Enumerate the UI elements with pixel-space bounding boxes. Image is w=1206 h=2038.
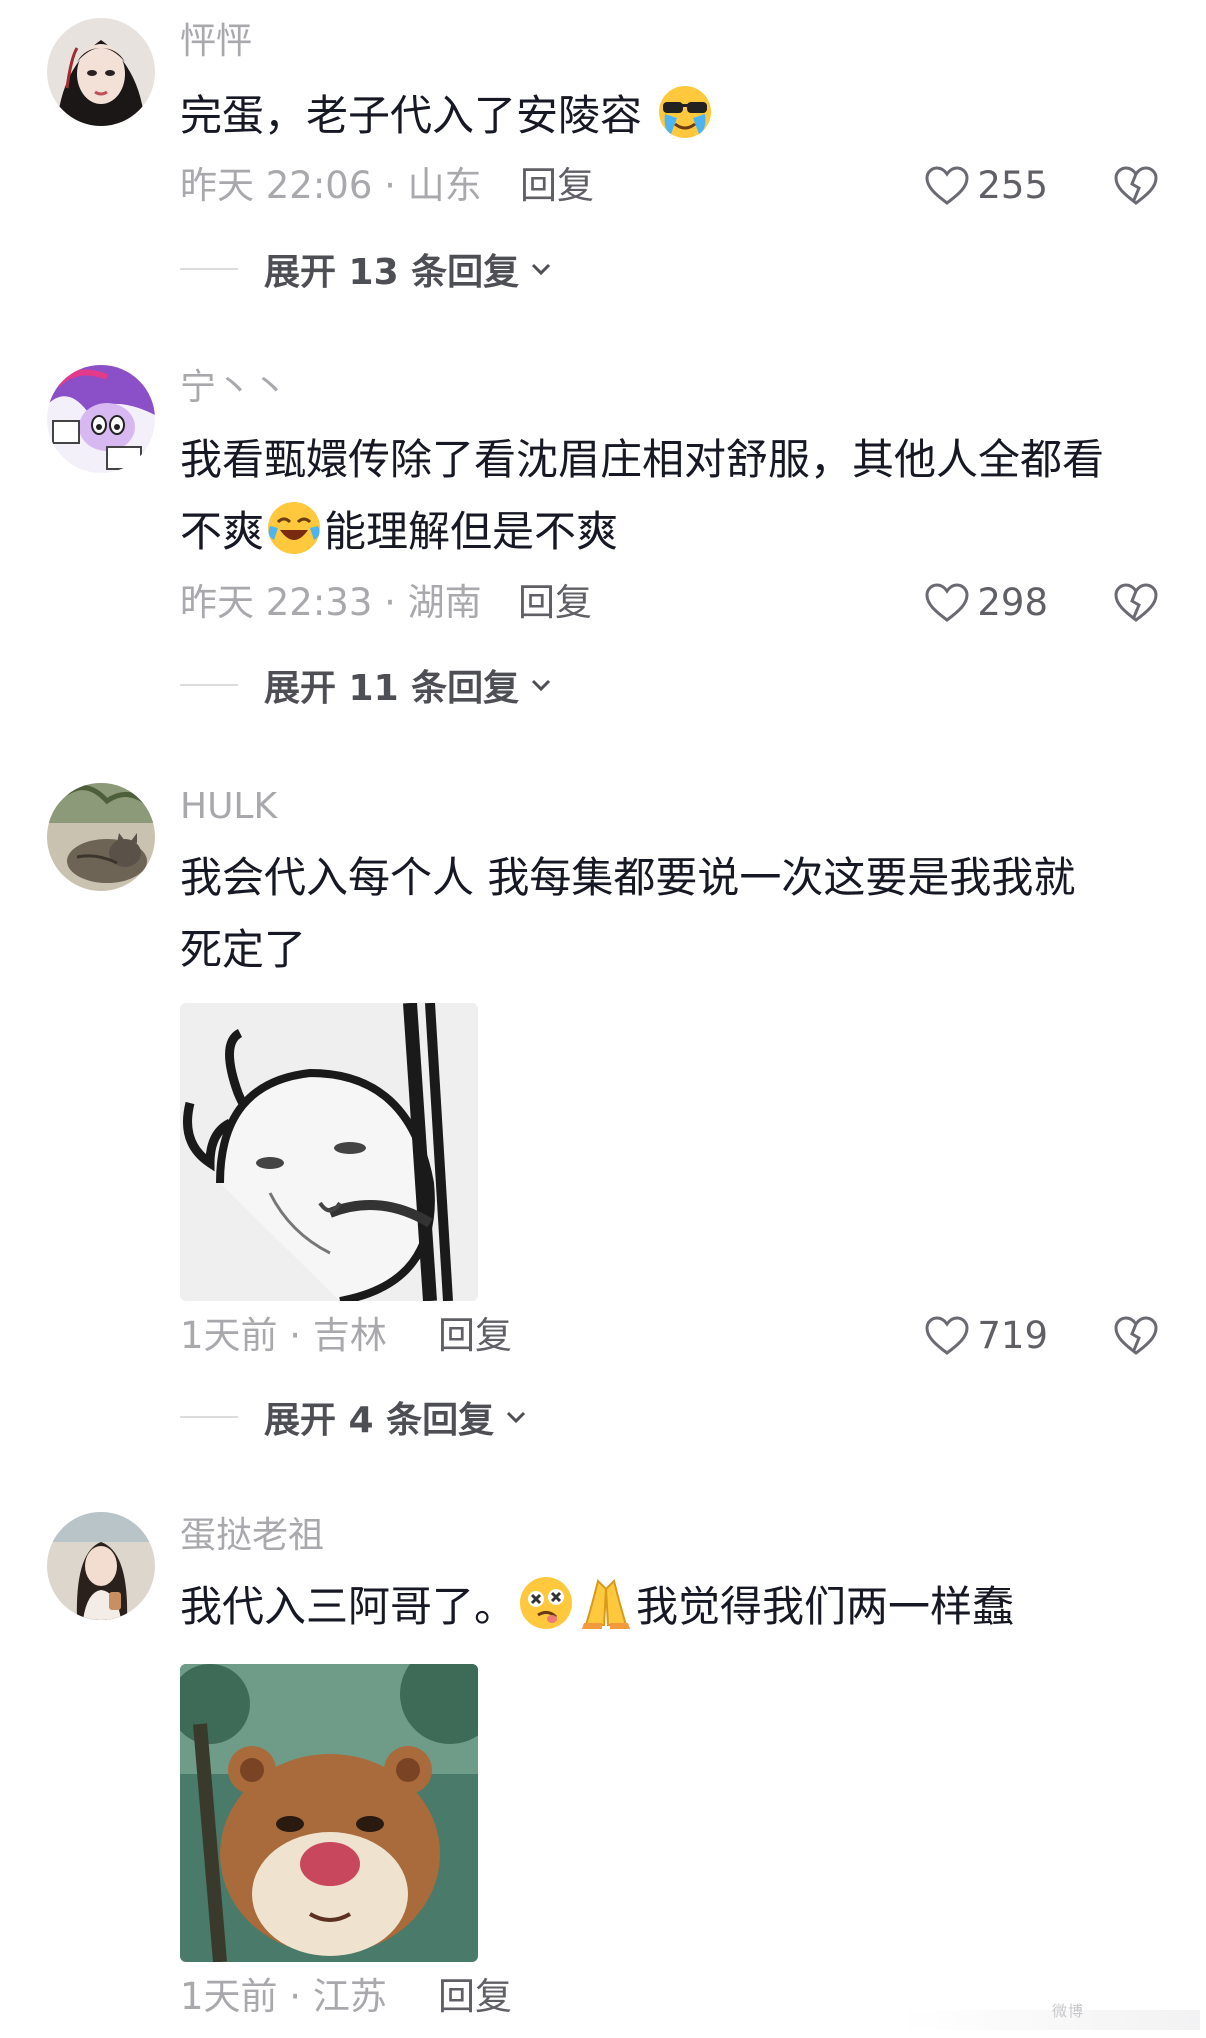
like-button[interactable]: 719 (923, 1311, 1048, 1361)
avatar[interactable] (47, 783, 155, 891)
username[interactable]: 怦怦 (180, 20, 252, 64)
comment-text-content: 能理解但是不爽 (324, 507, 619, 556)
like-count: 298 (977, 581, 1048, 624)
time-location: 1天前 · 江苏 (180, 1975, 387, 2018)
comment-image-sticker[interactable] (180, 1003, 478, 1301)
time-location: 昨天 22:33 · 湖南 (180, 581, 482, 624)
divider-line (180, 1416, 238, 1418)
heart-outline-icon (925, 1316, 969, 1355)
comment-meta: 昨天 22:33 · 湖南 回复 298 (180, 578, 1160, 628)
heart-outline-icon (925, 166, 969, 205)
broken-heart-icon[interactable] (1112, 579, 1160, 627)
comment-text: 我会代入每个人 我每集都要说一次这要是我我就 死定了 (180, 842, 1160, 986)
expand-replies-label: 展开 13 条回复 (264, 252, 520, 293)
reply-button[interactable]: 回复 (520, 161, 594, 211)
cool-crying-emoji-icon (659, 86, 712, 138)
comment-image-sticker[interactable] (180, 1664, 478, 1962)
broken-heart-icon[interactable] (1112, 162, 1160, 210)
chevron-down-icon (532, 263, 551, 276)
comment-meta: 昨天 22:06 · 山东 回复 255 (180, 161, 1160, 211)
folded-hands-emoji-icon (582, 1579, 631, 1629)
comment-text-content: 我代入三阿哥了。 (180, 1582, 517, 1631)
expand-replies-button[interactable]: 展开 13 条回复 (180, 244, 555, 294)
expand-replies-button[interactable]: 展开 11 条回复 (180, 660, 555, 710)
time-location: 昨天 22:06 · 山东 (180, 164, 482, 207)
comment-text-line: 我看甄嬛传除了看沈眉庄相对舒服，其他人全都看 (180, 435, 1105, 484)
comment-text-content: 不爽 (180, 507, 265, 556)
chevron-down-icon (532, 679, 551, 692)
like-count: 255 (977, 164, 1048, 207)
avatar[interactable] (47, 365, 155, 473)
expand-replies-label: 展开 11 条回复 (264, 668, 520, 709)
comment-text-content: 完蛋，老子代入了安陵容 (180, 91, 643, 140)
username[interactable]: 宁丶丶 (180, 366, 288, 410)
username[interactable]: 蛋挞老祖 (180, 1514, 324, 1558)
comment-text: 我代入三阿哥了。 我觉得我们两一样蠢 (180, 1571, 1160, 1643)
comment-text-line: 我会代入每个人 我每集都要说一次这要是我我就 (180, 853, 1076, 902)
heart-outline-icon (925, 583, 969, 622)
broken-heart-icon[interactable] (1112, 1312, 1160, 1360)
like-count: 719 (977, 1314, 1048, 1357)
avatar[interactable] (47, 18, 155, 126)
avatar[interactable] (47, 1512, 155, 1620)
reply-button[interactable]: 回复 (518, 578, 592, 628)
comment-text-content: 我觉得我们两一样蠢 (636, 1582, 1015, 1631)
chevron-down-icon (507, 1411, 526, 1424)
laughing-crying-emoji-icon (268, 502, 321, 554)
bottom-fade (900, 2010, 1200, 2030)
watermark: 微博 (1052, 2002, 1085, 2020)
expand-replies-button[interactable]: 展开 4 条回复 (180, 1392, 530, 1442)
divider-line (180, 684, 238, 686)
comment-text-line: 不爽 能理解但是不爽 (180, 496, 1160, 568)
comment-text-line: 死定了 (180, 925, 307, 974)
expand-replies-label: 展开 4 条回复 (264, 1400, 495, 1441)
dizzy-face-emoji-icon (520, 1577, 573, 1629)
divider-line (180, 268, 238, 270)
reply-button[interactable]: 回复 (438, 1972, 512, 2022)
username[interactable]: HULK (180, 785, 277, 829)
like-button[interactable]: 255 (923, 161, 1048, 211)
like-button[interactable]: 298 (923, 578, 1048, 628)
comment-text: 我看甄嬛传除了看沈眉庄相对舒服，其他人全都看 不爽 能理解但是不爽 (180, 424, 1160, 568)
time-location: 1天前 · 吉林 (180, 1314, 387, 1357)
reply-button[interactable]: 回复 (438, 1311, 512, 1361)
comment-text: 完蛋，老子代入了安陵容 (180, 80, 1160, 152)
comment-meta: 1天前 · 吉林 回复 719 (180, 1311, 1160, 1361)
